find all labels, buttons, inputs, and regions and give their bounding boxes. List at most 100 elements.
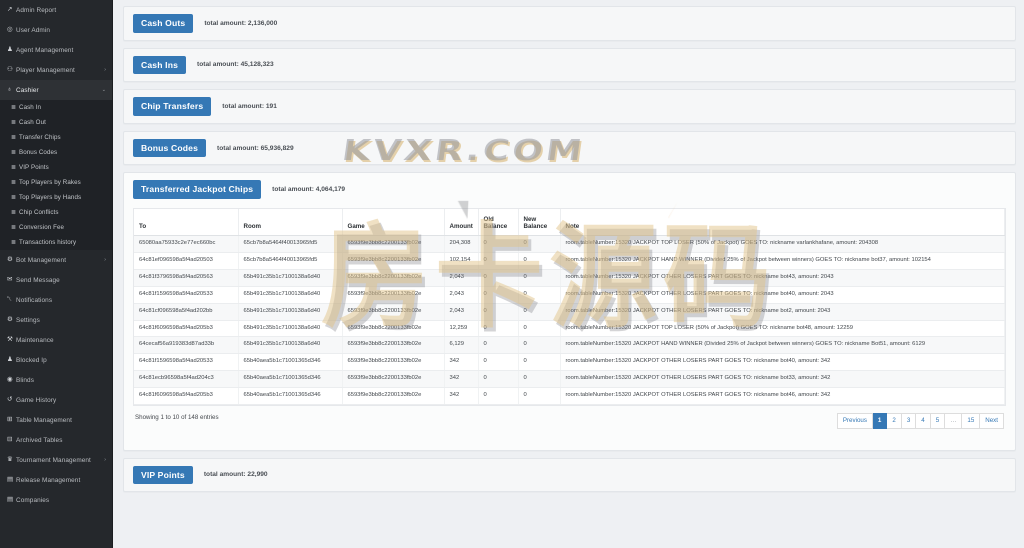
blocked-user-icon: ♟	[7, 355, 14, 363]
cell-amount: 204,308	[444, 235, 479, 254]
cell-amount: 6,129	[444, 336, 479, 355]
bell-icon: ␇	[7, 295, 13, 303]
table-row[interactable]: 64c81f6096598a5f4ad205b3 65b40aea5b1c7100…	[134, 387, 1005, 405]
cash-outs-panel: Cash Outs total amount: 2,136,000	[123, 6, 1016, 41]
sidebar-item-bot-management[interactable]: ⚙ Bot Management ›	[0, 250, 112, 270]
sidebar-item-table-management[interactable]: ⊞ Table Management	[0, 410, 112, 430]
pagination-page-2[interactable]: 2	[887, 412, 902, 429]
building-icon: ▤	[7, 495, 14, 503]
cell-amount: 102,154	[444, 252, 479, 271]
transferred-jackpot-chips-button[interactable]: Transferred Jackpot Chips	[133, 180, 262, 199]
table-row[interactable]: 64c81cf096598a5f4ad202bb 65b491c35b1c7100…	[134, 303, 1005, 321]
sidebar-item-tournament-management[interactable]: ♛ Tournament Management ›	[0, 450, 112, 470]
column-header-note[interactable]: Note	[560, 208, 1005, 237]
sidebar-item-label: Top Players by Rakes	[19, 179, 81, 186]
cell-old-balance: 0	[478, 269, 519, 287]
jackpot-table-head: To Room Game Amount Old Balance New Bala…	[134, 208, 1005, 237]
sidebar-item-chip-conflicts[interactable]: ≣ Chip Conflicts	[0, 205, 112, 220]
cell-room: 65b491c35b1c7100138a6d40	[238, 269, 343, 287]
sidebar-item-top-players-by-rakes[interactable]: ≣ Top Players by Rakes	[0, 175, 112, 190]
cell-room: 65cb7b8a5464f40013965fd5	[238, 252, 343, 271]
table-row[interactable]: 64c81f1596598a5f4ad20533 65b40aea5b1c7100…	[134, 353, 1005, 371]
players-icon: ⚇	[7, 65, 14, 73]
cell-amount: 2,043	[444, 269, 479, 287]
sidebar-item-conversion-fee[interactable]: ≣ Conversion Fee	[0, 220, 112, 235]
sidebar-item-label: User Admin	[16, 26, 51, 34]
sidebar-item-transfer-chips[interactable]: ≣ Transfer Chips	[0, 130, 112, 145]
sidebar-item-notifications[interactable]: ␇ Notifications	[0, 290, 112, 310]
cell-to: 64c81cf096598a5f4ad202bb	[134, 303, 239, 321]
cell-old-balance: 0	[478, 252, 519, 271]
sidebar-item-transactions-history[interactable]: ≣ Transactions history	[0, 235, 112, 250]
table-row[interactable]: 64c81ef096598a5f4ad20503 65cb7b8a5464f400…	[134, 252, 1005, 271]
list-icon: ≣	[11, 119, 17, 126]
cell-note: room.tableNumber:15320 JACKPOT OTHER LOS…	[560, 286, 1005, 304]
sidebar-item-companies[interactable]: ▤ Companies	[0, 490, 112, 510]
pagination-page-3[interactable]: 3	[901, 412, 917, 429]
table-row[interactable]: 64c81f6096598a5f4ad205b3 65b491c35b1c7100…	[134, 320, 1005, 338]
table-row[interactable]: 64c81f3796598a5f4ad20563 65b491c35b1c7100…	[134, 269, 1005, 287]
sidebar-item-blocked-ip[interactable]: ♟ Blocked Ip	[0, 350, 112, 370]
pagination-page-1[interactable]: 1	[872, 412, 888, 429]
pagination-next[interactable]: Next	[980, 412, 1004, 429]
sidebar-item-cash-in[interactable]: ≣ Cash In	[0, 100, 112, 115]
sidebar-item-cash-out[interactable]: ≣ Cash Out	[0, 115, 112, 130]
cash-ins-panel: Cash Ins total amount: 45,128,323	[123, 47, 1016, 83]
bonus-codes-button[interactable]: Bonus Codes	[133, 138, 207, 158]
table-footer: Showing 1 to 10 of 148 entries Previous 1…	[133, 406, 1006, 442]
sidebar-item-release-management[interactable]: ▤ Release Management	[0, 470, 112, 490]
sidebar-item-agent-management[interactable]: ♟ Agent Management	[0, 40, 112, 60]
sidebar-item-label: Archived Tables	[16, 436, 63, 444]
sidebar-item-game-history[interactable]: ↺ Game History	[0, 390, 112, 410]
sidebar-item-cashier[interactable]: ♁ Cashier ⌄	[0, 80, 112, 100]
column-header-room[interactable]: Room	[238, 208, 343, 237]
sidebar-item-vip-points[interactable]: ≣ VIP Points	[0, 160, 112, 175]
sidebar-item-label: Conversion Fee	[19, 224, 65, 231]
column-header-amount[interactable]: Amount	[444, 208, 479, 237]
sidebar-nav: ↗ Admin Report ◎ User Admin ♟ Agent Managemen…	[0, 0, 113, 548]
cash-ins-button[interactable]: Cash Ins	[133, 55, 187, 75]
table-row[interactable]: 64c81ecb96598a5f4ad204c3 65b40aea5b1c7100…	[134, 370, 1005, 388]
cell-amount: 342	[444, 370, 479, 388]
table-row[interactable]: 65080aa75933c2e77ec660bc 65cb7b8a5464f400…	[134, 235, 1005, 254]
cell-note: room.tableNumber:15320 JACKPOT OTHER LOS…	[560, 303, 1005, 321]
sidebar-item-settings[interactable]: ⚙ Settings	[0, 310, 112, 330]
sidebar-item-admin-report[interactable]: ↗ Admin Report	[0, 0, 112, 20]
chart-icon: ↗	[7, 5, 13, 13]
table-row[interactable]: 64c81f1596598a5f4ad20533 65b491c35b1c7100…	[134, 286, 1005, 304]
sidebar-item-maintenance[interactable]: ⚒ Maintenance	[0, 330, 112, 350]
vip-points-panel: VIP Points total amount: 22,990	[123, 457, 1016, 493]
column-header-game[interactable]: Game	[342, 208, 445, 237]
chip-transfers-button[interactable]: Chip Transfers	[133, 97, 212, 116]
cell-old-balance: 0	[478, 387, 519, 405]
pagination-previous[interactable]: Previous	[836, 412, 873, 429]
column-header-to[interactable]: To	[134, 208, 239, 237]
cell-amount: 2,043	[444, 303, 479, 321]
vip-points-button[interactable]: VIP Points	[133, 465, 193, 485]
sidebar-item-blinds[interactable]: ◉ Blinds	[0, 370, 112, 390]
sidebar-item-send-message[interactable]: ✉ Send Message	[0, 270, 112, 290]
sidebar-item-top-players-by-hands[interactable]: ≣ Top Players by Hands	[0, 190, 112, 205]
showing-entries-label: Showing 1 to 10 of 148 entries	[135, 413, 219, 421]
sidebar-item-bonus-codes[interactable]: ≣ Bonus Codes	[0, 145, 112, 160]
pagination-page-15[interactable]: 15	[962, 412, 981, 429]
cell-game: 6593f9e3bb8c2200133fb02e	[342, 353, 445, 371]
cell-amount: 342	[444, 353, 479, 371]
sidebar-item-label: Tournament Management	[16, 456, 91, 464]
list-icon: ≣	[11, 224, 17, 231]
sidebar-item-user-admin[interactable]: ◎ User Admin	[0, 20, 112, 40]
column-header-new-balance[interactable]: New Balance	[518, 208, 561, 237]
sidebar-item-player-management[interactable]: ⚇ Player Management ›	[0, 60, 112, 80]
cell-game: 6593f9e3bb8c2200133fb02e	[342, 370, 445, 388]
cash-outs-button[interactable]: Cash Outs	[133, 14, 194, 33]
cell-new-balance: 0	[518, 387, 561, 405]
table-row[interactable]: 64cecaf56a919383d87ad33b 65b491c35b1c7100…	[134, 336, 1005, 355]
column-header-old-balance[interactable]: Old Balance	[478, 208, 519, 237]
sidebar-item-archived-tables[interactable]: ⊟ Archived Tables	[0, 430, 112, 450]
cell-new-balance: 0	[518, 286, 561, 304]
sidebar-item-label: Settings	[16, 316, 40, 324]
chevron-icon: ⌄	[101, 87, 106, 93]
cell-new-balance: 0	[518, 269, 561, 287]
pagination-page-4[interactable]: 4	[916, 412, 931, 429]
pagination-page-5[interactable]: 5	[930, 412, 946, 429]
